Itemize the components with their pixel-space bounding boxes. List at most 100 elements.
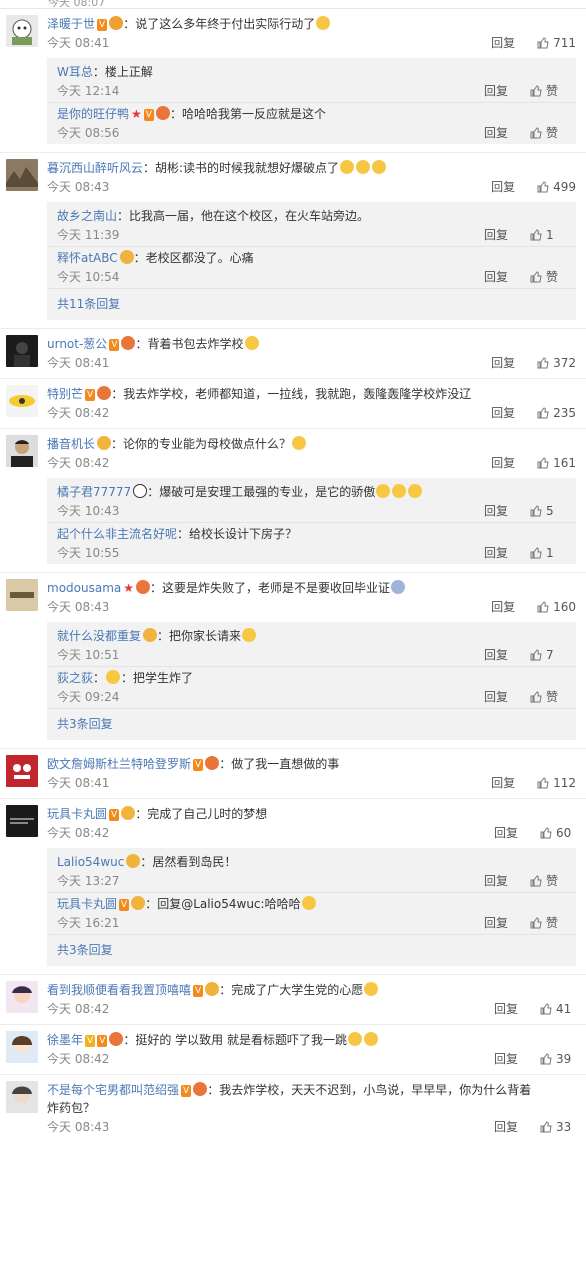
reply-username[interactable]: W耳总 bbox=[57, 65, 93, 79]
like-button[interactable]: 7 bbox=[530, 645, 566, 666]
comment-username[interactable]: 特别芒 bbox=[47, 387, 83, 401]
reply-username[interactable]: 释怀atABC bbox=[57, 251, 118, 265]
like-button[interactable]: 60 bbox=[540, 823, 576, 844]
reply-button[interactable]: 回复 bbox=[491, 773, 515, 794]
comment-username[interactable]: 玩具卡丸圆 bbox=[47, 807, 107, 821]
like-button[interactable]: 33 bbox=[540, 1117, 576, 1138]
thumbs-up-icon bbox=[537, 407, 549, 419]
reply-button[interactable]: 回复 bbox=[494, 1049, 518, 1070]
reply-text: ：回复@Lalio54wuc:哈哈哈 bbox=[145, 897, 301, 911]
reply-text: ：爆破可是安理工最强的专业，是它的骄傲 bbox=[147, 485, 376, 499]
reply-time: 今天 09:24 bbox=[57, 690, 120, 704]
comment: 不是每个宅男都叫范绍强 V ：我去炸学校，天天不迟到，小鸟说，早早早，你为什么背着 … bbox=[0, 1075, 586, 1140]
reply-time: 今天 11:39 bbox=[57, 228, 120, 242]
avatar[interactable] bbox=[6, 435, 38, 467]
reply-item: 就什么没都重复 ：把你家长请来 今天 10:51 回复 7 bbox=[47, 625, 576, 666]
reply-button[interactable]: 回复 bbox=[491, 353, 515, 374]
reply-username[interactable]: 荻之荻 bbox=[57, 671, 93, 685]
reply-button[interactable]: 回复 bbox=[494, 823, 518, 844]
avatar[interactable] bbox=[6, 755, 38, 787]
like-button[interactable]: 赞 bbox=[530, 913, 566, 934]
reply-button[interactable]: 回复 bbox=[491, 403, 515, 424]
like-count: 赞 bbox=[546, 84, 559, 98]
like-button[interactable]: 711 bbox=[537, 33, 576, 54]
comment-username[interactable]: modousama bbox=[47, 581, 121, 595]
reply-button[interactable]: 回复 bbox=[484, 871, 508, 892]
comment-username[interactable]: 欧文詹姆斯杜兰特哈登罗斯 bbox=[47, 757, 191, 771]
comment: 泽暖于世 V ：说了这么多年终于付出实际行动了 今天 08:41 回复 711 W耳总… bbox=[0, 9, 586, 153]
avatar[interactable] bbox=[6, 1031, 38, 1063]
reply-username[interactable]: Lalio54wuc bbox=[57, 855, 124, 869]
comment-username[interactable]: 不是每个宅男都叫范绍强 bbox=[47, 1083, 179, 1097]
reply-button[interactable]: 回复 bbox=[484, 267, 508, 288]
avatar[interactable] bbox=[6, 1081, 38, 1113]
reply-username[interactable]: 就什么没都重复 bbox=[57, 629, 141, 643]
reply-username[interactable]: 是你的旺仔鸭 bbox=[57, 107, 129, 121]
reply-button[interactable]: 回复 bbox=[484, 225, 508, 246]
reply-item: 橘子君77777 ：爆破可是安理工最强的专业，是它的骄傲 今天 10:43 回复 5 bbox=[47, 481, 576, 522]
avatar[interactable] bbox=[6, 159, 38, 191]
avatar[interactable] bbox=[6, 805, 38, 837]
comment-username[interactable]: urnot-葱公 bbox=[47, 337, 107, 351]
reply-button[interactable]: 回复 bbox=[484, 645, 508, 666]
thumbs-up-icon bbox=[537, 601, 549, 613]
emoji-icon bbox=[242, 628, 257, 642]
thumbs-up-icon bbox=[540, 1003, 552, 1015]
comment-time: 今天 08:42 bbox=[47, 1002, 110, 1016]
reply-button[interactable]: 回复 bbox=[494, 1117, 518, 1138]
reply-button[interactable]: 回复 bbox=[484, 687, 508, 708]
like-button[interactable]: 39 bbox=[540, 1049, 576, 1070]
avatar[interactable] bbox=[6, 15, 38, 47]
comment-username[interactable]: 徐墨年 bbox=[47, 1033, 83, 1047]
like-button[interactable]: 160 bbox=[537, 597, 576, 618]
reply-button[interactable]: 回复 bbox=[484, 501, 508, 522]
like-button[interactable]: 161 bbox=[537, 453, 576, 474]
reply-item: 释怀atABC ：老校区都没了。心痛 今天 10:54 回复 赞 bbox=[47, 246, 576, 288]
like-button[interactable]: 372 bbox=[537, 353, 576, 374]
emoji-icon bbox=[106, 670, 121, 684]
reply-username[interactable]: 橘子君77777 bbox=[57, 485, 131, 499]
reply-username[interactable]: 故乡之南山 bbox=[57, 209, 117, 223]
like-button[interactable]: 235 bbox=[537, 403, 576, 424]
reply-username[interactable]: 起个什么非主流名好呢 bbox=[57, 527, 177, 541]
avatar[interactable] bbox=[6, 579, 38, 611]
more-replies-link[interactable]: 共11条回复 bbox=[47, 288, 576, 320]
like-button[interactable]: 112 bbox=[537, 773, 576, 794]
thumbs-up-icon bbox=[530, 547, 542, 559]
medal-icon bbox=[109, 1032, 124, 1046]
like-button[interactable]: 5 bbox=[530, 501, 566, 522]
reply-button[interactable]: 回复 bbox=[484, 543, 508, 564]
thumbs-up-icon bbox=[530, 229, 542, 241]
comment-username[interactable]: 泽暖于世 bbox=[47, 17, 95, 31]
vip-badge-icon: V bbox=[109, 809, 120, 821]
like-button[interactable]: 赞 bbox=[530, 267, 566, 288]
avatar[interactable] bbox=[6, 335, 38, 367]
comment-username[interactable]: 播音机长 bbox=[47, 437, 95, 451]
like-button[interactable]: 赞 bbox=[530, 687, 566, 708]
more-replies-link[interactable]: 共3条回复 bbox=[47, 934, 576, 966]
reply-button[interactable]: 回复 bbox=[484, 81, 508, 102]
more-replies-link[interactable]: 共3条回复 bbox=[47, 708, 576, 740]
comment-username[interactable]: 看到我顺便看看我置顶嘻嘻 bbox=[47, 983, 191, 997]
comment-username[interactable]: 暮沉西山醉听风云 bbox=[47, 161, 143, 175]
reply-button[interactable]: 回复 bbox=[491, 33, 515, 54]
reply-button[interactable]: 回复 bbox=[484, 913, 508, 934]
reply-button[interactable]: 回复 bbox=[494, 999, 518, 1020]
like-button[interactable]: 赞 bbox=[530, 871, 566, 892]
reply-username[interactable]: 玩具卡丸圆 bbox=[57, 897, 117, 911]
reply-button[interactable]: 回复 bbox=[491, 177, 515, 198]
reply-item: 起个什么非主流名好呢：给校长设计下房子？ 今天 10:55 回复 1 bbox=[47, 522, 576, 564]
like-button[interactable]: 499 bbox=[537, 177, 576, 198]
like-button[interactable]: 赞 bbox=[530, 81, 566, 102]
avatar[interactable] bbox=[6, 385, 38, 417]
avatar[interactable] bbox=[6, 981, 38, 1013]
like-button[interactable]: 1 bbox=[530, 543, 566, 564]
like-button[interactable]: 41 bbox=[540, 999, 576, 1020]
reply-item: W耳总：楼上正解 今天 12:14 回复 赞 bbox=[47, 61, 576, 102]
reply-button[interactable]: 回复 bbox=[491, 597, 515, 618]
reply-button[interactable]: 回复 bbox=[484, 123, 508, 144]
comment-text: ：我去炸学校，老师都知道，一拉线，我就跑，轰隆轰隆学校炸没辽 bbox=[111, 387, 472, 401]
reply-button[interactable]: 回复 bbox=[491, 453, 515, 474]
like-button[interactable]: 赞 bbox=[530, 123, 566, 144]
like-button[interactable]: 1 bbox=[530, 225, 566, 246]
